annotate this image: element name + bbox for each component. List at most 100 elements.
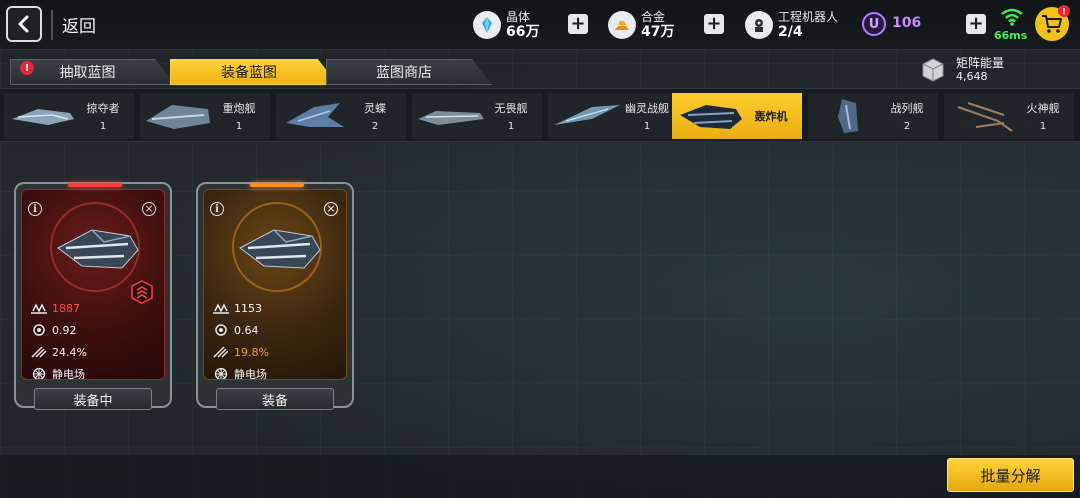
ping-text: 66ms — [994, 29, 1028, 42]
skill-name: 静电场 — [52, 368, 85, 380]
ship-type-count: 1 — [507, 121, 515, 132]
chevron-left-icon — [18, 15, 29, 33]
tab-label: 抽取蓝图 — [59, 65, 116, 81]
robot-label: 工程机器人 — [778, 10, 839, 24]
card-panel: i × 1887 0.92 24.4% 静电场 — [21, 189, 165, 380]
ship-type-vulcan[interactable]: 火神舰 1 — [944, 93, 1074, 139]
ship-type-butterfly[interactable]: 灵蝶 2 — [276, 93, 406, 139]
ship-icon — [680, 105, 742, 129]
ship-type-name: 战列舰 — [890, 102, 924, 115]
bomber-ship-image — [57, 229, 139, 269]
power-value: 1887 — [52, 301, 80, 315]
crystal-value: 66万 — [506, 24, 540, 40]
info-icon[interactable]: i — [28, 202, 42, 216]
ship-type-name: 无畏舰 — [494, 102, 528, 115]
rank-chevron-icon — [131, 280, 153, 304]
tab-draw-blueprint[interactable]: 抽取蓝图 — [10, 59, 175, 85]
blueprint-card[interactable]: i × 1153 0.64 19.8% 静电场 装备 — [196, 182, 354, 410]
stat-skill: 静电场 — [30, 366, 85, 380]
percent-value: 19.8% — [234, 345, 269, 359]
ship-icon — [418, 111, 484, 125]
back-label[interactable]: 返回 — [62, 12, 96, 37]
cube-icon — [922, 58, 944, 82]
matrix-energy-label: 矩阵能量 — [956, 56, 1005, 70]
add-u-coin-button[interactable]: + — [966, 14, 986, 34]
stat-power: 1153 — [212, 300, 262, 316]
ship-icon — [286, 103, 344, 127]
ship-type-battleship[interactable]: 战列舰 2 — [808, 93, 938, 139]
matrix-energy: 矩阵能量 4,648 — [920, 55, 1004, 85]
bottom-bar — [0, 455, 1080, 498]
static-field-icon — [32, 367, 46, 379]
batch-dismantle-button[interactable]: 批量分解 — [947, 458, 1074, 492]
ship-icon — [957, 102, 1013, 132]
bomber-ship-image — [239, 229, 321, 269]
equipped-button[interactable]: 装备中 — [34, 388, 152, 410]
tab-equip-blueprint[interactable]: 装备蓝图 — [170, 59, 338, 85]
ship-type-name: 掠夺者 — [86, 102, 120, 115]
stat-percent: 19.8% — [212, 344, 269, 360]
rarity-indicator — [68, 183, 122, 187]
card-panel: i × 1153 0.64 19.8% 静电场 — [203, 189, 347, 380]
blueprint-card[interactable]: i × 1887 0.92 24.4% 静电场 装备中 — [14, 182, 172, 410]
ship-type-count: 2 — [903, 121, 911, 132]
close-icon[interactable]: × — [142, 202, 156, 216]
add-crystal-button[interactable]: + — [568, 14, 588, 34]
top-bar: 返回 晶体 66万 + 合金 47万 + 工程机器人 2/4 U 106 + 6… — [0, 0, 1080, 50]
alloy-value: 47万 — [641, 24, 675, 40]
notification-badge: ! — [20, 61, 34, 75]
ship-icon — [838, 99, 858, 133]
power-icon — [31, 303, 47, 314]
robot-value: 2/4 — [778, 24, 803, 40]
ship-type-bomber[interactable]: 轰炸机 — [672, 93, 802, 139]
crystal-icon — [473, 11, 501, 39]
ship-type-dreadnought[interactable]: 无畏舰 1 — [412, 93, 542, 139]
gear-icon — [33, 324, 45, 336]
rate-value: 0.64 — [234, 323, 259, 337]
ship-type-count: 1 — [235, 121, 243, 132]
back-button[interactable] — [6, 6, 42, 42]
rate-value: 0.92 — [52, 323, 77, 337]
equip-button[interactable]: 装备 — [216, 388, 334, 410]
rarity-indicator — [250, 183, 304, 187]
info-icon[interactable]: i — [210, 202, 224, 216]
resource-robot: 工程机器人 2/4 — [745, 6, 838, 44]
ship-type-phantom[interactable]: 幽灵战舰 1 — [548, 93, 678, 139]
ship-type-name: 重炮舰 — [222, 102, 256, 115]
cart-icon — [1042, 15, 1062, 33]
tab-blueprint-shop[interactable]: 蓝图商店 — [326, 59, 492, 85]
static-field-icon — [214, 367, 228, 379]
matrix-energy-value: 4,648 — [956, 70, 988, 83]
tab-label: 蓝图商店 — [376, 65, 432, 81]
ship-type-count: 2 — [371, 121, 379, 132]
crystal-label: 晶体 — [506, 10, 531, 24]
stat-power: 1887 — [30, 300, 80, 316]
add-alloy-button[interactable]: + — [704, 14, 724, 34]
gear-icon — [215, 324, 227, 336]
ship-type-name: 火神舰 — [1026, 102, 1060, 115]
u-coin-icon: U — [862, 12, 886, 36]
wifi-icon — [1001, 8, 1023, 26]
alloy-label: 合金 — [641, 10, 666, 24]
ship-type-count: 1 — [643, 121, 651, 132]
close-icon[interactable]: × — [324, 202, 338, 216]
ship-type-count: 1 — [1039, 121, 1047, 132]
stat-skill: 静电场 — [212, 366, 267, 380]
stat-percent: 24.4% — [30, 344, 87, 360]
u-coin-value: 106 — [892, 15, 922, 31]
percent-value: 24.4% — [52, 345, 87, 359]
divider — [51, 10, 53, 40]
skill-name: 静电场 — [234, 368, 267, 380]
ship-icon — [146, 105, 210, 129]
ship-type-row: 掠夺者 1 重炮舰 1 灵蝶 2 无畏舰 1 幽灵战舰 1 轰炸机 战列舰 2 … — [0, 88, 1080, 142]
ship-type-name: 轰炸机 — [754, 110, 788, 123]
alloy-icon — [608, 11, 636, 39]
ship-type-heavy-gunship[interactable]: 重炮舰 1 — [140, 93, 270, 139]
cart-notification-badge: ! — [1058, 5, 1070, 17]
ship-icon — [554, 105, 620, 125]
power-value: 1153 — [234, 301, 262, 315]
ship-icon — [12, 109, 74, 125]
tab-label: 装备蓝图 — [221, 65, 277, 81]
resource-crystal: 晶体 66万 — [473, 6, 539, 44]
ship-type-marauder[interactable]: 掠夺者 1 — [4, 93, 134, 139]
